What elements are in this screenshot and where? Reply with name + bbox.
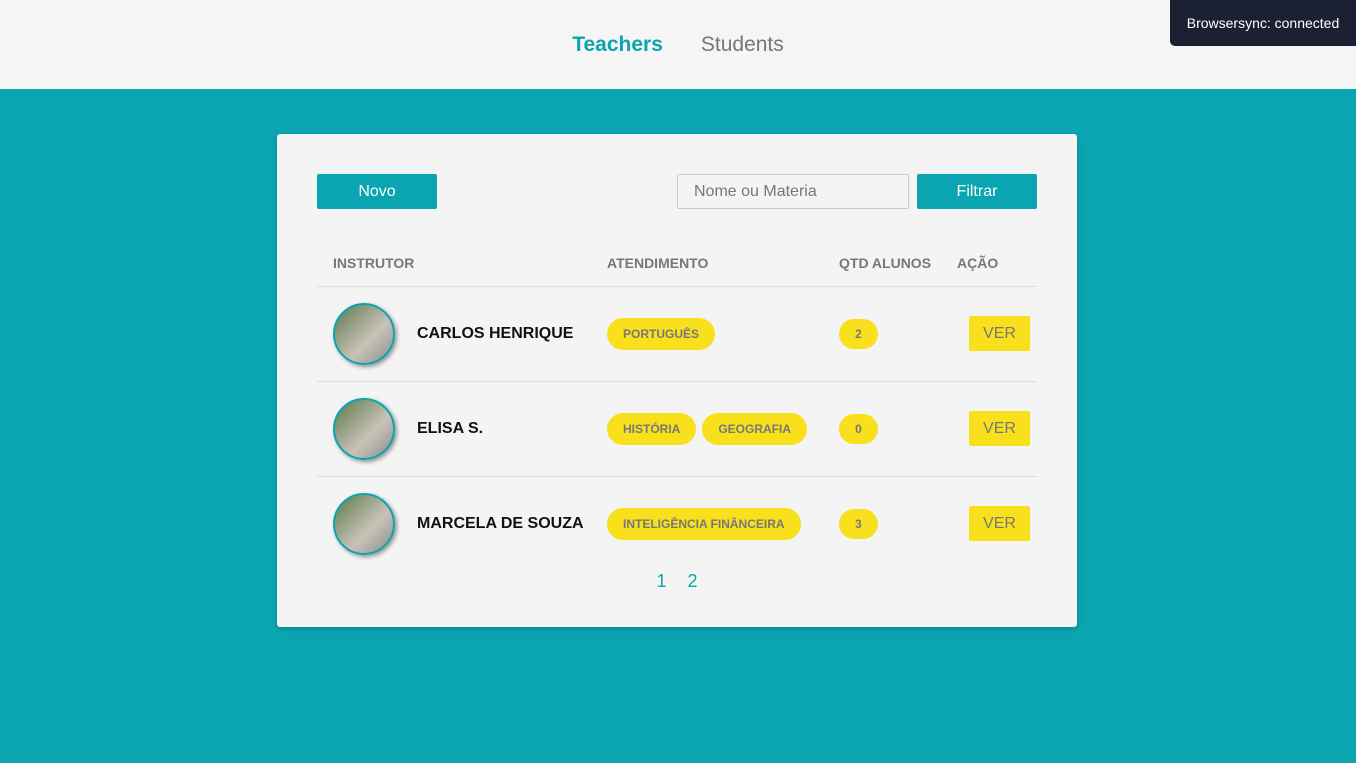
subject-badge: INTELIGÊNCIA FINÂNCEIRA	[607, 507, 801, 540]
nav-teachers[interactable]: Teachers	[572, 33, 663, 57]
search-input[interactable]	[677, 174, 909, 209]
nav-students[interactable]: Students	[701, 33, 784, 57]
student-count-badge: 0	[839, 413, 878, 444]
teachers-table: INSTRUTOR ATENDIMENTO QTD ALUNOS AÇÃO CA…	[317, 240, 1037, 571]
subject-badge: PORTUGUÊS	[607, 317, 716, 350]
student-count-badge: 2	[839, 318, 878, 349]
subject-badge: HISTÓRIA	[607, 412, 697, 445]
teacher-name: ELISA S.	[417, 419, 484, 437]
table-row: MARCELA DE SOUZA INTELIGÊNCIA FINÂNCEIRA…	[317, 476, 1037, 571]
browsersync-toast: Browsersync: connected	[1170, 0, 1356, 46]
view-button[interactable]: VER	[969, 411, 1030, 446]
page-2[interactable]: 2	[688, 571, 698, 591]
filter-button[interactable]: Filtrar	[917, 174, 1037, 209]
view-button[interactable]: VER	[969, 316, 1030, 351]
avatar	[333, 302, 395, 365]
student-count-badge: 3	[839, 508, 878, 539]
page-1[interactable]: 1	[656, 571, 666, 591]
subject-badge: GEOGRAFIA	[702, 412, 808, 445]
new-button[interactable]: Novo	[317, 174, 437, 209]
header-acao: AÇÃO	[943, 240, 1037, 287]
avatar	[333, 397, 395, 460]
view-button[interactable]: VER	[969, 506, 1030, 542]
pagination: 1 2	[317, 571, 1037, 592]
header-atendimento: ATENDIMENTO	[591, 240, 823, 287]
table-row: CARLOS HENRIQUE PORTUGUÊS 2 VER	[317, 286, 1037, 382]
avatar	[333, 492, 395, 555]
header-qtd-alunos: QTD ALUNOS	[823, 240, 943, 287]
top-nav: Teachers Students	[0, 0, 1356, 89]
table-row: ELISA S. HISTÓRIA GEOGRAFIA 0 VER	[317, 381, 1037, 477]
header-instrutor: INSTRUTOR	[317, 240, 591, 287]
teacher-name: MARCELA DE SOUZA	[417, 514, 584, 532]
teachers-card: Novo Filtrar INSTRUTOR ATENDIMENTO QTD A…	[277, 134, 1077, 627]
teacher-name: CARLOS HENRIQUE	[417, 324, 574, 342]
